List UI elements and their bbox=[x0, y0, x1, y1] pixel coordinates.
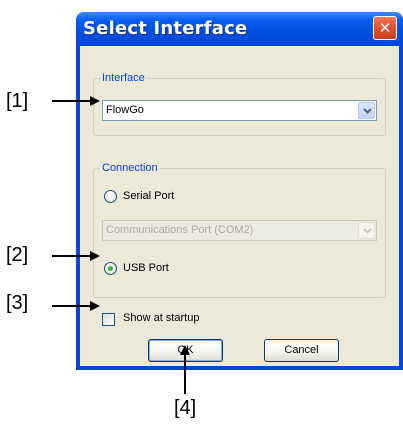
arrow-up-icon bbox=[180, 345, 190, 394]
arrow-right-icon bbox=[52, 301, 100, 311]
callout-arrows bbox=[52, 96, 190, 394]
arrow-right-icon bbox=[52, 96, 100, 106]
arrow-right-icon bbox=[52, 251, 100, 261]
